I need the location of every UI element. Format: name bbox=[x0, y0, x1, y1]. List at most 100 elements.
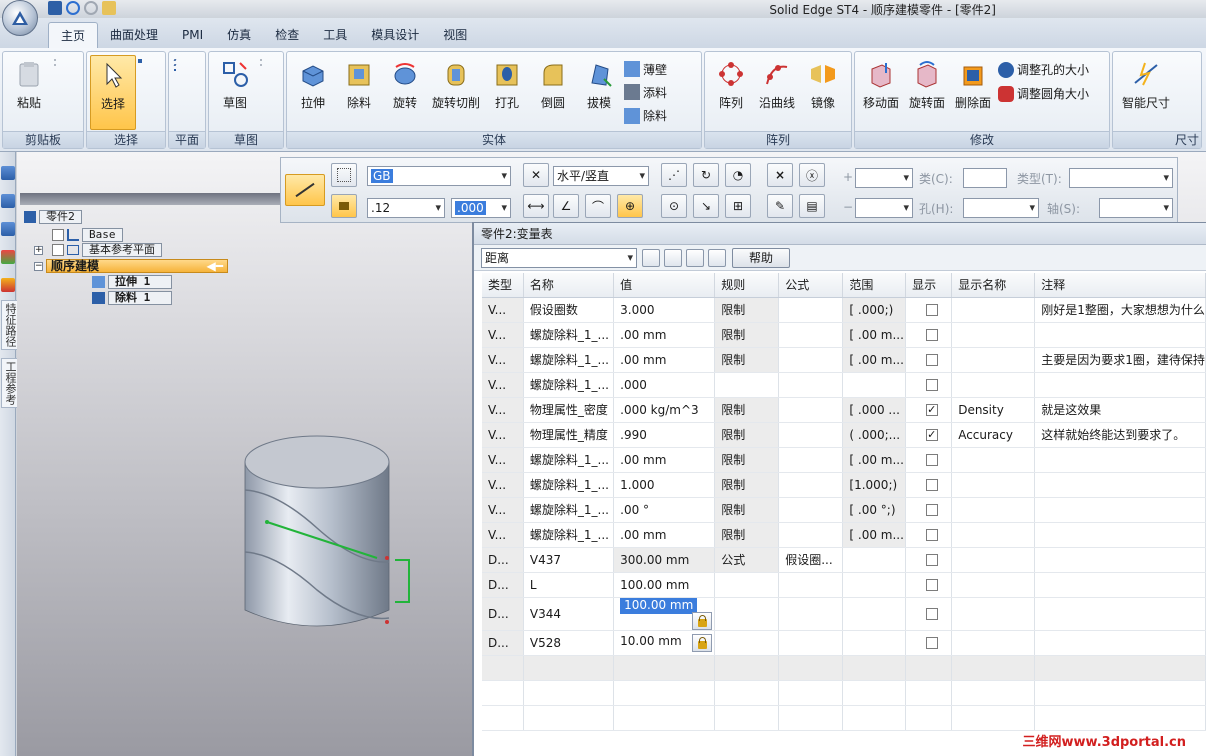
print-icon[interactable] bbox=[708, 249, 726, 267]
angled-plane-icon[interactable] bbox=[173, 64, 177, 66]
show-checkbox[interactable] bbox=[925, 554, 938, 566]
cell-display-name[interactable]: Accuracy bbox=[951, 422, 1036, 448]
tree-root[interactable]: 零件2 bbox=[24, 210, 82, 224]
cell-display-name[interactable] bbox=[951, 597, 1036, 631]
tree-base[interactable]: Base bbox=[52, 228, 123, 242]
show-checkbox[interactable]: ✓ bbox=[925, 429, 938, 441]
show-checkbox[interactable] bbox=[925, 354, 938, 366]
cell-rule[interactable]: 限制 bbox=[714, 472, 780, 498]
undo-icon[interactable] bbox=[66, 1, 80, 15]
column-header[interactable]: 值 bbox=[613, 273, 716, 298]
table-row[interactable]: D... V437 300.00 mm 公式 假设圈... bbox=[482, 547, 1206, 573]
extrude-button[interactable]: 拉伸 bbox=[290, 55, 336, 130]
cell-range[interactable]: [ .00 °;) bbox=[842, 497, 907, 523]
cell-note[interactable] bbox=[1034, 472, 1206, 498]
show-checkbox[interactable] bbox=[925, 579, 938, 591]
cell-display-name[interactable] bbox=[951, 372, 1036, 398]
cell-show[interactable] bbox=[905, 630, 953, 656]
cell-rule[interactable] bbox=[714, 372, 780, 398]
cell-note[interactable] bbox=[1034, 522, 1206, 548]
cell-type[interactable]: V... bbox=[482, 422, 524, 448]
paste-button[interactable]: 粘贴 bbox=[6, 55, 52, 130]
select-box-icon[interactable] bbox=[138, 59, 142, 63]
cell-name[interactable]: 物理属性_精度 bbox=[523, 422, 615, 448]
cell-display-name[interactable] bbox=[951, 630, 1036, 656]
delete-face-button[interactable]: 删除面 bbox=[950, 55, 996, 130]
add-material-button[interactable]: 添料 bbox=[624, 82, 667, 102]
column-header[interactable]: 注释 bbox=[1034, 273, 1206, 298]
cell-type[interactable]: D... bbox=[482, 547, 524, 573]
cell-value[interactable]: .00 mm bbox=[613, 347, 716, 373]
table-row[interactable]: V... 螺旋除料_1_... 1.000 限制 [1.000;) bbox=[482, 472, 1206, 498]
cell-range[interactable]: [ .00 m... bbox=[842, 447, 907, 473]
cell-value[interactable]: 1.000 bbox=[613, 472, 716, 498]
move-face-button[interactable]: 移动面 bbox=[858, 55, 904, 130]
coincident-plane-icon[interactable] bbox=[173, 59, 177, 61]
cell-show[interactable] bbox=[905, 447, 953, 473]
cell-name[interactable]: 螺旋除料_1_... bbox=[523, 447, 615, 473]
expand-toggle[interactable]: + bbox=[34, 245, 43, 255]
cell-rule[interactable]: 公式 bbox=[714, 547, 780, 573]
lock-dimension-button[interactable] bbox=[331, 194, 357, 218]
cell-show[interactable] bbox=[905, 597, 953, 631]
revolve-button[interactable]: 旋转 bbox=[382, 55, 428, 130]
plus-tolerance-select[interactable] bbox=[855, 168, 913, 188]
cell-range[interactable] bbox=[842, 597, 907, 631]
cell-type[interactable]: V... bbox=[482, 522, 524, 548]
column-header[interactable]: 范围 bbox=[842, 273, 907, 298]
include-icon[interactable] bbox=[260, 64, 262, 66]
cell-formula[interactable] bbox=[778, 347, 844, 373]
cell-display-name[interactable] bbox=[951, 547, 1036, 573]
cell-range[interactable]: [ .000;) bbox=[842, 297, 907, 323]
cell-rule[interactable]: 限制 bbox=[714, 347, 780, 373]
show-checkbox[interactable] bbox=[925, 479, 938, 491]
cell-formula[interactable] bbox=[778, 372, 844, 398]
feature-library-icon[interactable] bbox=[1, 166, 15, 180]
table-row[interactable]: V... 螺旋除料_1_... .00 mm 限制 [ .00 m... 主要是因为要求1… bbox=[482, 347, 1206, 373]
cell-rule[interactable] bbox=[714, 572, 780, 598]
table-row[interactable]: V... 螺旋除料_1_... .00 mm 限制 [ .00 m... bbox=[482, 522, 1206, 548]
cell-type[interactable]: V... bbox=[482, 472, 524, 498]
cell-value[interactable]: 100.00 mm bbox=[613, 572, 716, 598]
cell-note[interactable]: 主要是因为要求1圈，建待保持 bbox=[1034, 347, 1206, 373]
cell-type[interactable]: V... bbox=[482, 497, 524, 523]
lock-icon[interactable] bbox=[692, 611, 713, 629]
cell-formula[interactable] bbox=[778, 472, 844, 498]
cell-rule[interactable]: 限制 bbox=[714, 322, 780, 348]
dim-leader-button[interactable]: ↘ bbox=[693, 194, 719, 218]
cell-name[interactable]: 螺旋除料_1_... bbox=[523, 497, 615, 523]
cross-button[interactable]: ✕ bbox=[523, 163, 549, 187]
hole-select[interactable] bbox=[963, 198, 1039, 218]
show-checkbox[interactable] bbox=[925, 454, 938, 466]
cell-display-name[interactable] bbox=[951, 497, 1036, 523]
cell-formula[interactable] bbox=[778, 397, 844, 423]
show-checkbox[interactable]: ✓ bbox=[925, 404, 938, 416]
type-select[interactable] bbox=[1069, 168, 1173, 188]
coordinate-system-icon[interactable] bbox=[174, 69, 176, 71]
cell-value[interactable]: .00 mm bbox=[613, 522, 716, 548]
cell-value[interactable]: 10.00 mm bbox=[613, 630, 716, 656]
project-icon[interactable] bbox=[260, 59, 262, 61]
dim-center-button[interactable]: ⊙ bbox=[661, 194, 687, 218]
cell-show[interactable] bbox=[905, 322, 953, 348]
cell-type[interactable]: V... bbox=[482, 372, 524, 398]
dimension-style-button[interactable] bbox=[285, 174, 325, 206]
column-header[interactable]: 公式 bbox=[778, 273, 844, 298]
table-row[interactable]: D... V528 10.00 mm bbox=[482, 630, 1206, 656]
cell-value[interactable]: 3.000 bbox=[613, 297, 716, 323]
cell-type[interactable]: V... bbox=[482, 297, 524, 323]
cell-type[interactable]: V... bbox=[482, 397, 524, 423]
cell-rule[interactable] bbox=[714, 630, 780, 656]
show-checkbox[interactable] bbox=[925, 379, 938, 391]
tree-reference-planes[interactable]: + 基本参考平面 bbox=[34, 243, 162, 257]
sketch-button[interactable]: 草图 bbox=[212, 55, 258, 130]
cell-note[interactable] bbox=[1034, 597, 1206, 631]
cell-note[interactable] bbox=[1034, 547, 1206, 573]
cell-note[interactable] bbox=[1034, 630, 1206, 656]
tab-pmi[interactable]: PMI bbox=[170, 22, 215, 48]
cell-range[interactable]: [ .00 m... bbox=[842, 347, 907, 373]
show-checkbox[interactable] bbox=[925, 329, 938, 341]
dim-axis-button[interactable]: ⟷ bbox=[523, 194, 549, 218]
cell-range[interactable] bbox=[842, 372, 907, 398]
clear-circle-x-button[interactable]: ⓧ bbox=[799, 163, 825, 187]
